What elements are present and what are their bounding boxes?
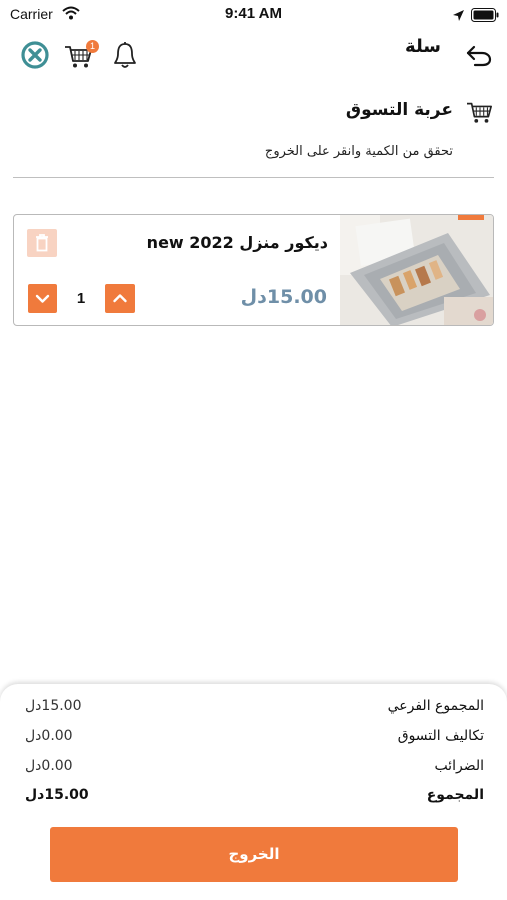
battery-icon (471, 7, 499, 26)
trash-icon (36, 234, 48, 252)
delete-item-button[interactable] (27, 229, 57, 257)
item-price: 15.00دل (240, 286, 327, 308)
subtotal-row: المجموع الفرعي 15.00دل (25, 698, 484, 720)
total-label: المجموع (426, 787, 484, 803)
brand-logo-icon[interactable] (21, 41, 49, 69)
shipping-value: 0.00دل (25, 728, 73, 744)
checkout-button[interactable]: الخروج (50, 827, 458, 882)
shopping-cart-icon (466, 99, 494, 125)
section-title: عربة التسوق (345, 100, 453, 120)
chevron-up-icon (113, 294, 127, 303)
location-arrow-icon (452, 7, 465, 26)
quantity-increase-button[interactable] (105, 284, 135, 313)
cart-item-card[interactable]: ديكور منزل 2022 new 15.00دل 1 (13, 214, 494, 326)
total-row: المجموع 15.00دل (25, 787, 484, 809)
taxes-row: الضرائب 0.00دل (25, 758, 484, 780)
subtotal-label: المجموع الفرعي (387, 698, 484, 714)
quantity-value: 1 (76, 290, 86, 307)
page-title: سلة (405, 36, 441, 57)
shipping-label: تكاليف التسوق (397, 728, 484, 744)
taxes-value: 0.00دل (25, 758, 73, 774)
total-value: 15.00دل (25, 787, 89, 803)
status-time: 9:41 AM (225, 5, 282, 22)
section-subtitle: تحقق من الكمية وانقر على الخروج (264, 144, 453, 159)
subtotal-value: 15.00دل (25, 698, 82, 714)
divider (13, 177, 494, 178)
product-tag (458, 215, 484, 220)
back-arrow-icon[interactable] (465, 44, 493, 68)
quantity-decrease-button[interactable] (28, 284, 57, 313)
status-bar: Carrier 9:41 AM (0, 0, 507, 28)
item-name: ديكور منزل 2022 new (146, 233, 328, 252)
chevron-down-icon (35, 294, 50, 303)
taxes-label: الضرائب (434, 758, 484, 774)
bell-icon[interactable] (112, 41, 138, 71)
product-image[interactable] (340, 215, 493, 325)
cart-badge: 1 (86, 40, 99, 53)
shipping-row: تكاليف التسوق 0.00دل (25, 728, 484, 750)
